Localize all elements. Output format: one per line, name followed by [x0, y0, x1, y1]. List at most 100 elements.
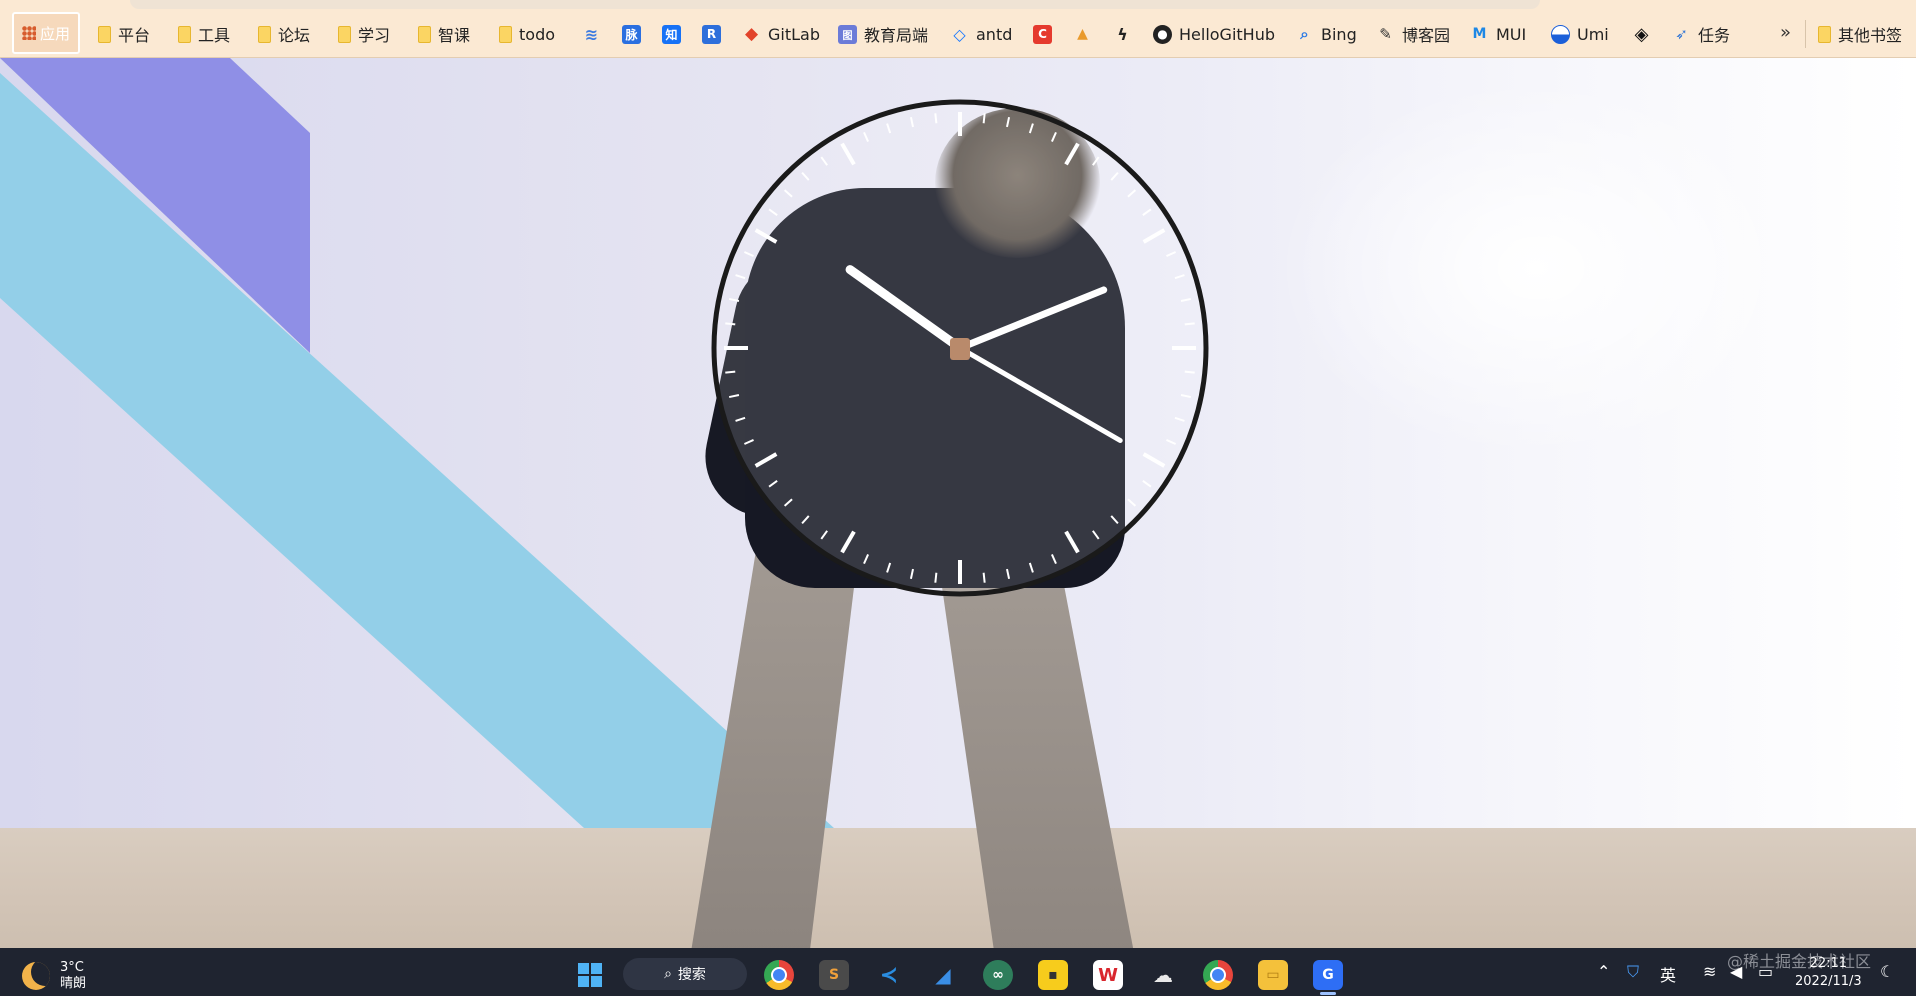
sublime-icon[interactable]: S — [819, 960, 849, 990]
weather-condition: 晴朗 — [60, 976, 87, 991]
bookmark-label: 教育局端 — [864, 26, 929, 45]
bookmark-label: MUI — [1496, 24, 1527, 44]
bing-icon: ⌕ — [1300, 25, 1309, 43]
ime-indicator[interactable]: 英 — [1660, 962, 1676, 986]
mai-icon: 脉 — [622, 24, 641, 44]
zhihu-icon: 知 — [662, 24, 681, 44]
umi-icon — [1551, 24, 1570, 44]
bookmark-folder-zhike[interactable]: 智课 — [418, 21, 470, 47]
bookmark-c[interactable]: C — [1033, 21, 1052, 47]
wechat-icon[interactable]: ☁ — [1148, 960, 1178, 990]
bookmark-folder-todo[interactable]: todo — [499, 21, 555, 47]
taskbar-search[interactable]: ⌕ 搜索 — [623, 958, 747, 990]
background-glow — [1276, 78, 1796, 458]
task-icon: ➶ — [1675, 25, 1688, 43]
vscode-icon[interactable]: ≺ — [874, 960, 904, 990]
bookmark-cnblogs[interactable]: ✎ 博客园 — [1376, 21, 1450, 47]
battery-icon[interactable]: ▭ — [1758, 962, 1773, 981]
r-icon: R — [702, 24, 721, 44]
bookmark-gitlab[interactable]: ◆ GitLab — [742, 21, 820, 47]
clock-minute-tick — [1184, 370, 1195, 374]
antd-icon: ◇ — [953, 24, 966, 44]
page-content — [0, 58, 1916, 948]
bookmark-edu[interactable]: 图 教育局端 — [838, 21, 928, 47]
temperature: 3°C — [60, 960, 84, 975]
apps-button[interactable]: 应用 — [12, 12, 80, 54]
bookmark-label: 任务 — [1698, 26, 1731, 45]
bookmark-separator — [1805, 20, 1806, 48]
gitlab-icon: ◆ — [744, 24, 759, 44]
bookmark-folder-tools[interactable]: 工具 — [178, 21, 230, 47]
volume-icon[interactable]: ◀ — [1730, 962, 1742, 981]
sticky-notes-icon[interactable]: ▪ — [1038, 960, 1068, 990]
bookmark-folder-other[interactable]: 其他书签 — [1818, 21, 1902, 47]
clock-minute-tick — [725, 322, 736, 326]
chrome-icon[interactable] — [764, 960, 794, 990]
bookmark-label: 论坛 — [278, 26, 311, 45]
layers-icon: ≋ — [584, 24, 599, 44]
weather-widget[interactable]: 3°C 晴朗 — [22, 960, 86, 992]
notification-moon-icon[interactable]: ☾ — [1880, 962, 1894, 981]
feishu-icon[interactable]: ◢ — [928, 960, 958, 990]
more-bookmarks-chevron-icon[interactable]: » — [1780, 22, 1791, 43]
folder-icon — [1818, 25, 1831, 43]
cnblogs-icon: ✎ — [1379, 25, 1392, 43]
bookmark-mui[interactable]: M MUI — [1470, 21, 1527, 47]
system-date: 2022/11/3 — [1795, 974, 1862, 989]
clock-minute-tick — [934, 113, 938, 124]
bookmark-label: Umi — [1577, 24, 1609, 44]
diamond-icon: ◈ — [1634, 23, 1649, 45]
bookmark-task[interactable]: ➶ 任务 — [1672, 21, 1730, 47]
bookmark-bolt[interactable]: ϟ — [1113, 21, 1132, 47]
analog-clock — [705, 93, 1215, 603]
bookmarks-bar: 应用 平台 工具 论坛 学习 智课 todo ≋ 脉 知 R ◆ GitLab … — [0, 0, 1916, 58]
folder-icon — [178, 25, 191, 43]
bookmark-maimai[interactable]: 脉 — [622, 21, 641, 47]
wechat-devtools-icon[interactable]: ∞ — [983, 960, 1013, 990]
bookmark-label: todo — [519, 24, 556, 44]
bookmark-antd[interactable]: ◇ antd — [950, 21, 1012, 47]
bookmark-bing[interactable]: ⌕ Bing — [1295, 21, 1357, 47]
bookmark-label: 平台 — [118, 26, 151, 45]
bookmark-hellogithub[interactable]: ● HelloGitHub — [1153, 21, 1275, 47]
bookmark-r[interactable]: R — [702, 21, 721, 47]
bookmark-folder-platform[interactable]: 平台 — [98, 21, 150, 47]
bookmark-juejin[interactable]: ▲ — [1073, 21, 1092, 47]
bookmark-folder-study[interactable]: 学习 — [338, 21, 390, 47]
folder-icon — [418, 25, 431, 43]
search-icon: ⌕ — [664, 966, 672, 982]
security-shield-icon[interactable]: ⛉ — [1627, 962, 1639, 982]
bookmark-diamond[interactable]: ◈ — [1632, 21, 1651, 47]
chrome-dev-icon[interactable] — [1203, 960, 1233, 990]
clock-minute-tick — [982, 113, 986, 124]
bookmark-umi[interactable]: Umi — [1551, 21, 1609, 47]
bookmark-label: HelloGitHub — [1179, 24, 1275, 44]
folder-icon — [258, 25, 271, 43]
show-hidden-icons-chevron-icon[interactable]: ⌃ — [1597, 962, 1610, 981]
clock-minute-tick — [725, 370, 736, 374]
bookmark-label: Bing — [1321, 24, 1357, 44]
file-explorer-icon[interactable]: ▭ — [1258, 960, 1288, 990]
windows-start-icon[interactable] — [575, 960, 605, 990]
github-icon: ● — [1153, 24, 1172, 44]
bookmark-label: GitLab — [768, 24, 820, 44]
bookmark-folder-forum[interactable]: 论坛 — [258, 21, 310, 47]
clock-minute-tick — [982, 572, 986, 583]
bookmark-label: 博客园 — [1402, 26, 1451, 45]
tencent-meeting-icon[interactable]: G — [1313, 960, 1343, 990]
edu-icon: 图 — [838, 24, 857, 44]
juejin-icon: ▲ — [1077, 26, 1088, 42]
background-floor — [0, 828, 1916, 948]
mui-icon: M — [1472, 26, 1487, 42]
bookmark-zhihu[interactable]: 知 — [662, 21, 681, 47]
bookmark-label: 其他书签 — [1838, 26, 1903, 45]
system-clock[interactable]: 22:11 2022/11/3 — [1795, 955, 1862, 991]
bookmark-layers[interactable]: ≋ — [582, 21, 601, 47]
clock-minute-tick — [1184, 322, 1195, 326]
wps-icon[interactable]: W — [1093, 960, 1123, 990]
bookmark-label: 学习 — [358, 26, 391, 45]
taskbar: 3°C 晴朗 ⌕ 搜索 S ≺ ◢ ∞ ▪ W ☁ ▭ G @稀土掘金技术社区 … — [0, 948, 1916, 996]
moon-icon — [22, 962, 50, 990]
wifi-icon[interactable]: ≋ — [1703, 962, 1716, 981]
apps-label: 应用 — [39, 24, 70, 43]
